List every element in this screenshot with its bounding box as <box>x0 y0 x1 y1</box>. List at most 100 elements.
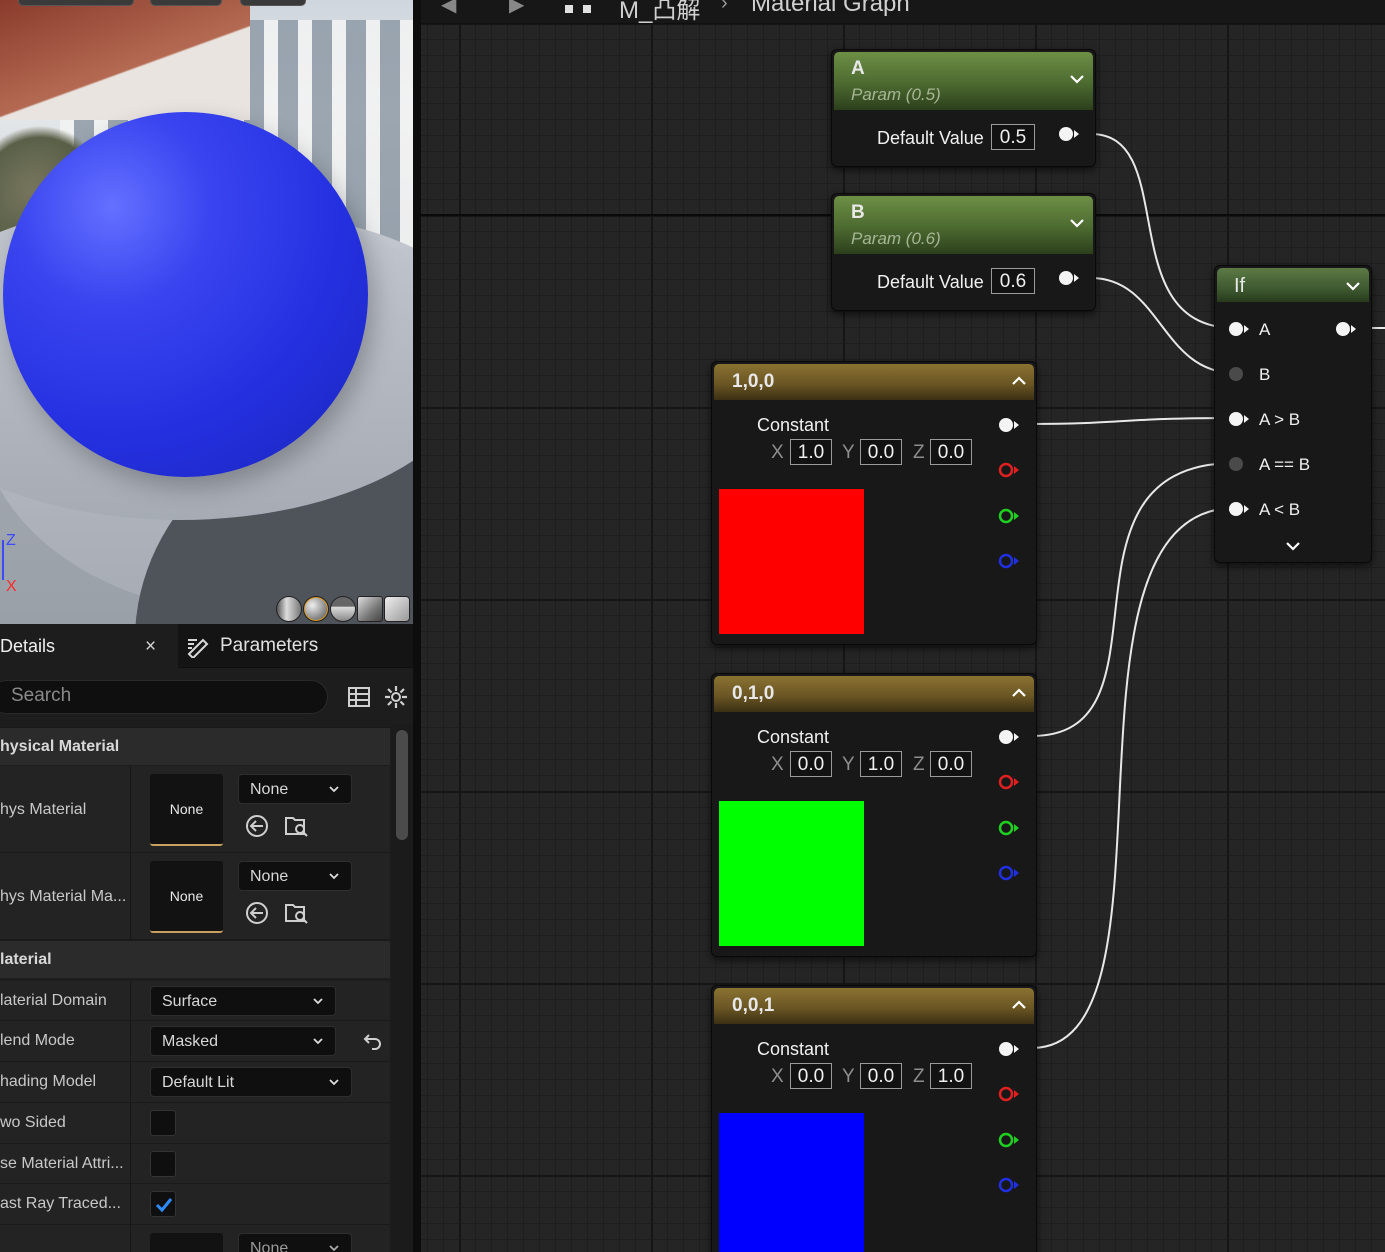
chevron-down-icon[interactable] <box>1346 281 1360 291</box>
cylinder-icon[interactable] <box>276 596 302 622</box>
node-b-header[interactable]: B Param (0.6) <box>834 196 1093 254</box>
node-constant-red[interactable]: 1,0,0 Constant X 1.0 Y 0.0 Z 0.0 <box>711 361 1037 645</box>
node-b-default-value[interactable]: 0.6 <box>991 268 1035 294</box>
if-input-a-label: A <box>1259 320 1271 339</box>
use-selected-icon[interactable] <box>245 814 269 838</box>
node-green-x-value[interactable]: 0.0 <box>790 751 832 777</box>
material-domain-combo[interactable]: Surface <box>150 986 336 1016</box>
custom-mesh-icon[interactable] <box>384 596 410 622</box>
node-blue-header[interactable]: 0,0,1 <box>714 988 1034 1024</box>
output-pin-g[interactable] <box>998 820 1020 836</box>
output-pin-g[interactable] <box>998 1132 1020 1148</box>
browse-asset-icon[interactable] <box>284 901 308 925</box>
if-input-pin-altb[interactable] <box>1228 501 1250 517</box>
expand-chevron-icon[interactable] <box>1286 541 1300 551</box>
node-constant-green[interactable]: 0,1,0 Constant X 0.0 Y 1.0 Z 0.0 <box>711 673 1037 957</box>
chevron-up-icon[interactable] <box>1012 376 1026 386</box>
viewport-toolbar-button[interactable] <box>150 0 222 6</box>
z-axis-letter: Z <box>913 442 925 463</box>
node-red-x-value[interactable]: 1.0 <box>790 439 832 465</box>
output-pin-rgb[interactable] <box>998 729 1020 745</box>
plane-icon[interactable] <box>330 596 356 622</box>
phys-material-mask-combo[interactable]: None <box>238 861 352 891</box>
node-blue-x-value[interactable]: 0.0 <box>790 1063 832 1089</box>
if-input-pin-aeqb[interactable] <box>1228 456 1250 472</box>
output-pin[interactable] <box>1058 126 1080 142</box>
sphere-icon[interactable] <box>303 596 329 622</box>
partial-thumbnail[interactable] <box>150 1233 223 1252</box>
output-pin-rgb[interactable] <box>998 417 1020 433</box>
back-arrow-icon[interactable]: ◀ <box>441 0 456 17</box>
use-material-attributes-label: se Material Attri... <box>0 1155 124 1172</box>
node-param-a[interactable]: A Param (0.5) Default Value 0.5 <box>831 49 1096 167</box>
if-input-pin-agtb[interactable] <box>1228 411 1250 427</box>
chevron-up-icon[interactable] <box>1012 1000 1026 1010</box>
node-a-default-value[interactable]: 0.5 <box>991 124 1035 150</box>
viewport-toolbar-button[interactable] <box>240 0 306 6</box>
search-input[interactable]: Search <box>0 680 328 714</box>
breadcrumb-material[interactable]: M_凸解 <box>619 0 700 23</box>
reset-to-default-icon[interactable] <box>362 1030 386 1054</box>
breadcrumb-graph[interactable]: Material Graph <box>751 0 910 18</box>
table-view-icon[interactable] <box>348 686 370 708</box>
cast-ray-traced-checkbox[interactable] <box>150 1191 176 1217</box>
if-input-pin-b[interactable] <box>1228 366 1250 382</box>
node-green-z-value[interactable]: 0.0 <box>930 751 972 777</box>
cube-icon[interactable] <box>357 596 383 622</box>
node-blue-z-value[interactable]: 1.0 <box>930 1063 972 1089</box>
viewport-toolbar-button[interactable] <box>18 0 134 6</box>
node-a-header[interactable]: A Param (0.5) <box>834 52 1093 110</box>
if-input-pin-a[interactable] <box>1228 321 1250 337</box>
output-pin-r[interactable] <box>998 1086 1020 1102</box>
node-if-header[interactable]: If <box>1217 268 1369 302</box>
details-scrollbar-thumb[interactable] <box>396 730 408 840</box>
chevron-down-icon[interactable] <box>1070 218 1084 228</box>
chevron-down-icon[interactable] <box>1070 74 1084 84</box>
output-pin-b[interactable] <box>998 553 1020 569</box>
material-preview-viewport[interactable]: Z X <box>0 0 413 624</box>
node-green-header[interactable]: 0,1,0 <box>714 676 1034 712</box>
blend-mode-combo[interactable]: Masked <box>150 1026 336 1056</box>
shading-model-value: Default Lit <box>162 1074 235 1091</box>
node-if[interactable]: If A B A > B A == B A < B <box>1214 265 1372 563</box>
output-pin-g[interactable] <box>998 508 1020 524</box>
background-roof <box>0 0 250 120</box>
node-red-header[interactable]: 1,0,0 <box>714 364 1034 400</box>
output-pin-r[interactable] <box>998 462 1020 478</box>
column-splitter <box>130 853 131 939</box>
if-output-pin[interactable] <box>1335 321 1357 337</box>
forward-arrow-icon[interactable]: ▶ <box>509 0 524 17</box>
gear-icon[interactable] <box>384 685 408 709</box>
partial-combo[interactable]: None <box>238 1233 352 1252</box>
shading-model-combo[interactable]: Default Lit <box>150 1067 352 1097</box>
node-constant-blue[interactable]: 0,0,1 Constant X 0.0 Y 0.0 Z 1.0 <box>711 985 1037 1252</box>
material-graph-canvas[interactable]: ◀ ▶ M_凸解 › Material Graph A Param (0.5) … <box>421 0 1385 1252</box>
output-pin[interactable] <box>1058 270 1080 286</box>
phys-material-mask-thumbnail[interactable]: None <box>150 861 223 933</box>
phys-material-combo[interactable]: None <box>238 774 352 804</box>
node-a-subtitle: Param (0.5) <box>851 85 941 104</box>
panel-divider[interactable] <box>413 0 421 1252</box>
material-domain-value: Surface <box>162 993 218 1010</box>
output-pin-r[interactable] <box>998 774 1020 790</box>
use-selected-icon[interactable] <box>245 901 269 925</box>
output-pin-b[interactable] <box>998 865 1020 881</box>
chevron-up-icon[interactable] <box>1012 688 1026 698</box>
details-panel: Details × Parameters Search hysical Mate… <box>0 624 413 1252</box>
output-pin-b[interactable] <box>998 1177 1020 1193</box>
property-row-material-domain: laterial Domain Surface <box>0 981 390 1021</box>
node-blue-y-value[interactable]: 0.0 <box>860 1063 902 1089</box>
phys-material-thumbnail[interactable]: None <box>150 774 223 846</box>
node-green-y-value[interactable]: 1.0 <box>860 751 902 777</box>
output-pin-rgb[interactable] <box>998 1041 1020 1057</box>
category-material[interactable]: laterial <box>0 940 390 978</box>
category-physical-material[interactable]: hysical Material <box>0 727 390 765</box>
node-param-b[interactable]: B Param (0.6) Default Value 0.6 <box>831 193 1096 311</box>
two-sided-checkbox[interactable] <box>150 1110 176 1136</box>
close-icon[interactable]: × <box>145 636 156 658</box>
node-red-y-value[interactable]: 0.0 <box>860 439 902 465</box>
tab-parameters[interactable]: Parameters <box>186 624 318 668</box>
use-material-attributes-checkbox[interactable] <box>150 1151 176 1177</box>
node-red-z-value[interactable]: 0.0 <box>930 439 972 465</box>
browse-asset-icon[interactable] <box>284 814 308 838</box>
